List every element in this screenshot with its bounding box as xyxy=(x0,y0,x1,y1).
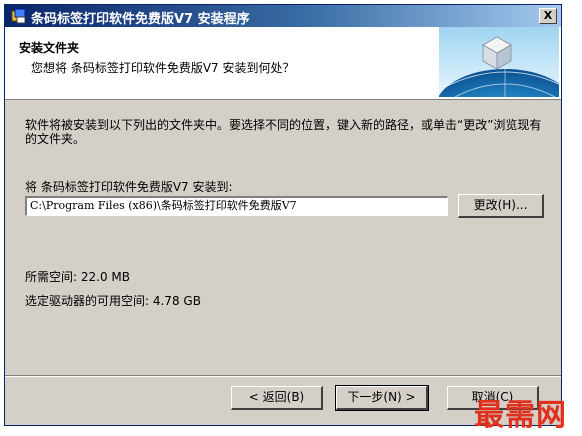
space-required-text: 所需空间: 22.0 MB xyxy=(25,270,130,284)
install-path-field[interactable]: C:\Program Files (x86)\条码标签打印软件免费版V7 xyxy=(25,196,448,216)
footer-divider xyxy=(5,375,561,377)
instructions-text: 软件将被安装到以下列出的文件夹中。要选择不同的位置，键入新的路径，或单击“更改”… xyxy=(25,118,542,146)
installer-app-icon xyxy=(11,8,26,24)
title-bar[interactable]: 条码标签打印软件免费版V7 安装程序 X xyxy=(5,5,561,27)
window-title: 条码标签打印软件免费版V7 安装程序 xyxy=(31,12,250,27)
page-subtitle: 您想将 条码标签打印软件免费版V7 安装到何处？ xyxy=(31,61,295,75)
space-available-text: 选定驱动器的可用空间: 4.78 GB xyxy=(25,294,201,308)
change-button[interactable]: 更改(H)... xyxy=(458,194,544,218)
wizard-header: 安装文件夹 您想将 条码标签打印软件免费版V7 安装到何处？ xyxy=(5,27,561,100)
globe-cube-graphic-icon xyxy=(439,27,559,97)
close-button[interactable]: X xyxy=(539,8,557,24)
watermark-logo: 最需网 xyxy=(474,398,567,433)
back-button[interactable]: < 返回(B) xyxy=(231,386,323,410)
next-button[interactable]: 下一步(N) > xyxy=(335,385,429,411)
page-title: 安装文件夹 xyxy=(19,41,80,55)
installer-window: 条码标签打印软件免费版V7 安装程序 X 安装文件夹 您想将 条码标签打印软件免… xyxy=(4,4,562,426)
install-to-label: 将 条码标签打印软件免费版V7 安装到: xyxy=(25,180,233,194)
